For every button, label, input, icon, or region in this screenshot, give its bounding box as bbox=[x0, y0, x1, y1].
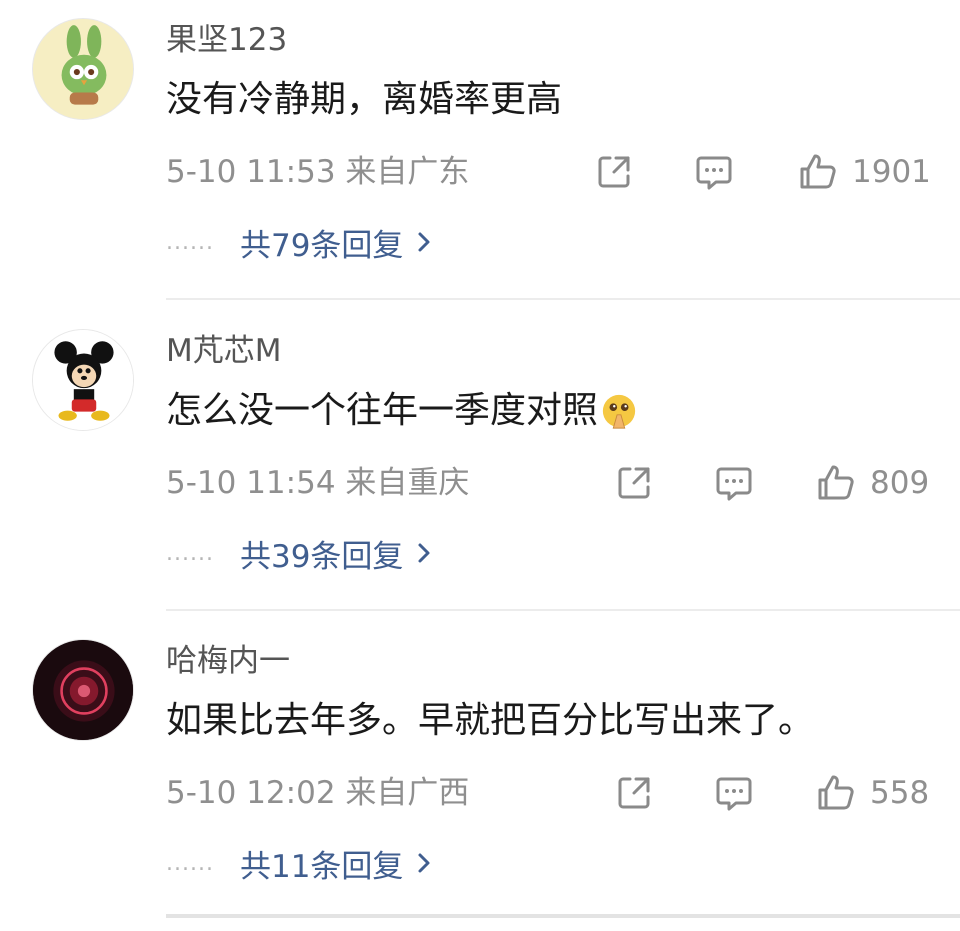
replies-count: 共79条回复 bbox=[239, 227, 404, 264]
username[interactable]: 哈梅内一 bbox=[166, 641, 290, 681]
like-count: 558 bbox=[870, 775, 930, 811]
comment-item: M芃芯M 怎么没一个往年一季度对照 5-10 11:54 来自重庆 809 ..… bbox=[0, 311, 960, 621]
comment-meta: 5-10 11:54 来自重庆 bbox=[166, 465, 470, 501]
chevron-right-icon bbox=[418, 543, 430, 563]
like-count: 1901 bbox=[852, 154, 931, 190]
comment-item: 哈梅内一 如果比去年多。早就把百分比写出来了。 5-10 12:02 来自广西 … bbox=[0, 621, 960, 931]
divider bbox=[166, 914, 960, 918]
divider bbox=[166, 609, 960, 611]
user-avatar[interactable] bbox=[32, 639, 134, 741]
replies-dots: ...... bbox=[166, 850, 214, 876]
thumbs-up-icon bbox=[800, 154, 836, 189]
like-count: 809 bbox=[870, 465, 930, 501]
green-bunny-avatar-icon bbox=[33, 19, 133, 119]
comment-icon bbox=[696, 156, 732, 190]
replies-dots: ...... bbox=[166, 229, 214, 255]
replies-link[interactable]: ...... 共11条回复 bbox=[166, 841, 431, 885]
comment-icon bbox=[716, 467, 752, 501]
comment-button[interactable] bbox=[714, 771, 754, 815]
share-button[interactable] bbox=[614, 461, 654, 505]
share-icon bbox=[618, 467, 650, 499]
share-button[interactable] bbox=[594, 150, 634, 194]
comment-button[interactable] bbox=[694, 150, 734, 194]
replies-count: 共11条回复 bbox=[239, 848, 404, 885]
share-icon bbox=[598, 156, 630, 188]
thumbs-up-icon bbox=[818, 465, 854, 500]
comment-text: 如果比去年多。早就把百分比写出来了。 bbox=[166, 700, 815, 741]
replies-count: 共39条回复 bbox=[239, 538, 404, 575]
pleading-hands-emoji-icon bbox=[602, 394, 636, 429]
share-button[interactable] bbox=[614, 771, 654, 815]
replies-dots: ...... bbox=[166, 540, 214, 566]
comment-item: 果坚123 没有冷静期，离婚率更高 5-10 11:53 来自广东 1901 .… bbox=[0, 0, 960, 310]
comment-text: 没有冷静期，离婚率更高 bbox=[166, 79, 563, 120]
chevron-right-icon bbox=[418, 232, 430, 252]
like-button[interactable]: 1901 bbox=[798, 150, 931, 194]
chevron-right-icon bbox=[418, 853, 430, 873]
replies-link[interactable]: ...... 共79条回复 bbox=[166, 220, 431, 264]
user-avatar[interactable] bbox=[32, 329, 134, 431]
comment-text-content: 怎么没一个往年一季度对照 bbox=[166, 390, 599, 431]
comment-meta: 5-10 11:53 来自广东 bbox=[166, 154, 470, 190]
replies-link[interactable]: ...... 共39条回复 bbox=[166, 531, 431, 575]
comment-meta: 5-10 12:02 来自广西 bbox=[166, 775, 470, 811]
like-button[interactable]: 558 bbox=[816, 771, 929, 815]
thumbs-up-icon bbox=[818, 775, 854, 810]
mickey-mouse-avatar-icon bbox=[33, 330, 133, 430]
comment-button[interactable] bbox=[714, 461, 754, 505]
username[interactable]: M芃芯M bbox=[166, 331, 282, 371]
neon-sign-avatar-icon bbox=[33, 640, 133, 740]
user-avatar[interactable] bbox=[32, 18, 134, 120]
username[interactable]: 果坚123 bbox=[166, 20, 287, 60]
share-icon bbox=[618, 777, 650, 809]
divider bbox=[166, 298, 960, 300]
like-button[interactable]: 809 bbox=[816, 461, 929, 505]
comment-text: 怎么没一个往年一季度对照 bbox=[166, 387, 638, 435]
comment-icon bbox=[716, 777, 752, 811]
